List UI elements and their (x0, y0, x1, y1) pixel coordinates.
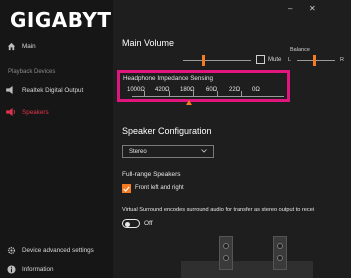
balance-right-label: R (340, 57, 344, 63)
balance-label: Balance (290, 47, 310, 53)
sidebar-item-label: Speakers (22, 108, 49, 116)
right-speaker-graphic[interactable] (273, 236, 287, 270)
impedance-tick (144, 91, 145, 97)
speaker-configuration-select[interactable]: Stereo (122, 145, 214, 158)
left-speaker-graphic[interactable] (219, 236, 233, 270)
speaker-icon (0, 86, 22, 94)
home-icon (0, 42, 22, 51)
speaker-icon (0, 108, 22, 116)
sidebar-item-label: Information (22, 265, 54, 273)
impedance-option-0[interactable]: 0Ω (252, 87, 260, 93)
speaker-configuration-title: Speaker Configuration (122, 126, 212, 136)
sidebar-item-main[interactable]: Main (0, 39, 113, 53)
balance-slider-track[interactable] (297, 60, 335, 61)
sidebar-item-label: Realtek Digital Output (22, 86, 84, 94)
speaker-stage-graphic (181, 261, 313, 278)
chevron-down-icon (201, 148, 207, 155)
close-button[interactable]: ✕ (309, 4, 316, 13)
sidebar-item-label: Device advanced settings (22, 246, 94, 254)
minimize-button[interactable]: – (288, 4, 292, 13)
impedance-pointer[interactable] (186, 100, 192, 105)
impedance-tick (241, 91, 242, 97)
checkmark-icon (123, 185, 130, 192)
impedance-option-420[interactable]: 420Ω (155, 87, 170, 93)
impedance-option-60[interactable]: 60Ω (206, 87, 217, 93)
mute-checkbox[interactable] (256, 55, 265, 64)
sidebar-item-device-advanced-settings[interactable]: Device advanced settings (0, 243, 113, 257)
virtual-surround-toggle[interactable] (122, 219, 140, 228)
main-panel: – ✕ Main Volume Mute Balance L R Headpho… (113, 0, 351, 278)
speaker-cone (277, 243, 283, 249)
front-left-right-checkbox[interactable] (122, 184, 131, 193)
virtual-surround-state: Off (144, 220, 153, 227)
virtual-surround-description: Virtual Surround encodes surround audio … (122, 207, 315, 213)
speaker-cone (223, 255, 229, 261)
impedance-option-1000[interactable]: 1000Ω (127, 87, 145, 93)
front-left-right-label: Front left and right (135, 185, 184, 191)
impedance-scale-line (132, 96, 284, 97)
sidebar-item-label: Main (22, 42, 36, 50)
impedance-tick (217, 91, 218, 97)
impedance-title: Headphone Impedance Sensing (123, 75, 213, 82)
impedance-option-22[interactable]: 22Ω (229, 87, 240, 93)
sidebar-item-realtek-digital-output[interactable]: Realtek Digital Output (0, 83, 113, 97)
mute-label: Mute (268, 57, 282, 63)
impedance-tick (169, 91, 170, 97)
balance-left-label: L (288, 57, 292, 63)
balance-slider-handle[interactable] (313, 55, 316, 66)
impedance-tick (193, 91, 194, 97)
info-icon (0, 264, 22, 274)
main-volume-title: Main Volume (122, 38, 175, 48)
speaker-cone (223, 243, 229, 249)
volume-slider-track[interactable] (183, 60, 251, 61)
fullrange-speakers-title: Full-range Speakers (122, 171, 181, 178)
sidebar: GIGABYTE™ Main Playback Devices Realtek … (0, 0, 130, 278)
speaker-cone (277, 255, 283, 261)
gear-icon (0, 246, 22, 255)
sidebar-item-speakers[interactable]: Speakers (0, 105, 113, 119)
volume-slider-handle[interactable] (202, 55, 205, 66)
playback-devices-heading: Playback Devices (8, 69, 56, 75)
sidebar-item-information[interactable]: Information (0, 262, 113, 276)
toggle-knob (125, 221, 130, 227)
select-value: Stereo (129, 148, 147, 155)
